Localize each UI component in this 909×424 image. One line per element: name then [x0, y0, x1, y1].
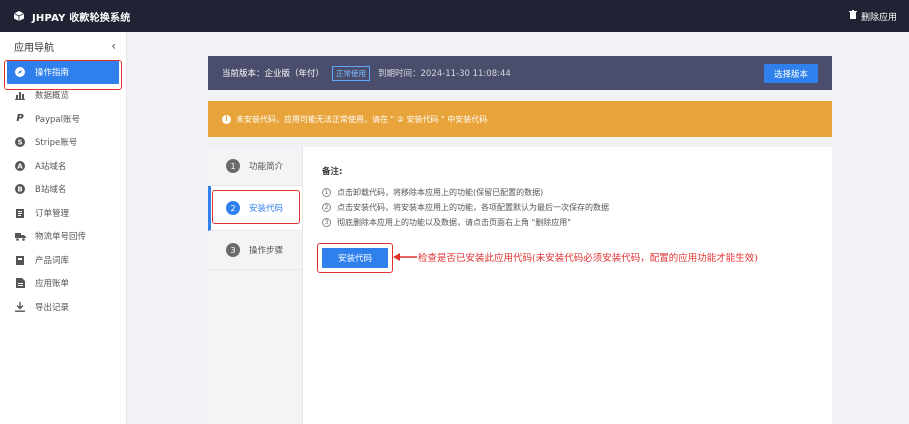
letter-b-icon: B	[14, 183, 26, 195]
sidebar-item-label: 数据概览	[35, 91, 70, 102]
tab-operation-steps[interactable]: 3 操作步骤	[208, 231, 302, 270]
select-version-button[interactable]: 选择版本	[763, 64, 818, 83]
letter-a-icon: A	[14, 160, 26, 172]
sidebar-item-label: 物流单号回传	[35, 232, 87, 243]
warning-bar: ! 未安装代码，应用可能无法正常使用，请在 " ② 安装代码 " 中安装代码	[208, 101, 832, 137]
sidebar-item-b-domain[interactable]: B B站域名	[0, 178, 126, 202]
sidebar-item-label: Stripe账号	[35, 138, 78, 149]
svg-text:S: S	[17, 139, 22, 147]
note-number: 1	[322, 188, 331, 197]
note-number: 3	[322, 218, 331, 227]
download-icon	[14, 301, 26, 313]
sidebar-item-label: 导出记录	[35, 302, 70, 313]
note-number: 2	[322, 203, 331, 212]
uninstall-app-button[interactable]: 删除应用	[848, 0, 897, 32]
sidebar-heading: 应用导航	[14, 42, 54, 54]
sidebar-item-tracking[interactable]: 物流单号回传	[0, 225, 126, 249]
expiry-time: 到期时间：2024-11-30 11:08:44	[378, 69, 511, 79]
sidebar-item-bills[interactable]: 应用账单	[0, 272, 126, 296]
status-badge: 正常使用	[332, 65, 371, 81]
version-label: 当前版本：企业版（年付）	[222, 69, 325, 79]
uninstall-label: 删除应用	[860, 12, 897, 23]
sidebar-item-a-domain[interactable]: A A站域名	[0, 154, 126, 178]
app-title: JHPAY 收款轮换系统	[32, 12, 131, 24]
sidebar: 应用导航 ‹ 操作指南 数据概览 P Paypal账号 S Stripe账号 A…	[0, 32, 127, 424]
stripe-icon: S	[14, 136, 26, 148]
notes-title: 备注:	[322, 167, 343, 177]
sidebar-item-orders[interactable]: 订单管理	[0, 201, 126, 225]
collapse-chevron-icon[interactable]: ‹	[111, 39, 116, 53]
sidebar-item-product-words[interactable]: 产品词库	[0, 248, 126, 272]
install-code-button[interactable]: 安装代码	[322, 248, 388, 268]
note-text: 点击安装代码，将安装本应用上的功能，各项配置默认为最后一次保存的数据	[337, 203, 609, 212]
sidebar-item-label: 产品词库	[35, 255, 70, 266]
svg-text:B: B	[17, 186, 22, 194]
note-text: 点击卸载代码，将移除本应用上的功能(保留已配置的数据)	[337, 188, 544, 197]
sidebar-header: 应用导航 ‹	[0, 32, 126, 60]
sidebar-item-stripe[interactable]: S Stripe账号	[0, 131, 126, 155]
sidebar-item-label: 应用账单	[35, 279, 70, 290]
sidebar-item-label: B站域名	[35, 185, 67, 196]
cube-logo-icon	[12, 9, 26, 23]
sidebar-item-label: Paypal账号	[35, 114, 80, 125]
sidebar-item-label: 操作指南	[35, 67, 70, 78]
step-number: 1	[226, 159, 240, 173]
bar-chart-icon	[14, 89, 26, 101]
warning-text: 未安装代码，应用可能无法正常使用，请在 " ② 安装代码 " 中安装代码	[236, 114, 488, 124]
clipboard-icon	[14, 207, 26, 219]
note-item: 2 点击安装代码，将安装本应用上的功能，各项配置默认为最后一次保存的数据	[322, 200, 812, 215]
sidebar-item-guide[interactable]: 操作指南	[7, 60, 119, 84]
top-bar: JHPAY 收款轮换系统 删除应用	[0, 0, 909, 32]
step-tabs: 1 功能简介 2 安装代码 3 操作步骤	[208, 147, 303, 424]
step-number: 2	[226, 201, 240, 215]
sidebar-item-export[interactable]: 导出记录	[0, 295, 126, 319]
arrow-left-icon	[393, 253, 417, 261]
warning-icon: !	[222, 114, 231, 124]
svg-text:A: A	[17, 162, 23, 170]
step-number: 3	[226, 243, 240, 257]
bill-icon	[14, 277, 26, 289]
sidebar-item-label: 订单管理	[35, 208, 70, 219]
step-label: 操作步骤	[249, 246, 284, 256]
truck-icon	[14, 230, 26, 242]
sidebar-item-paypal[interactable]: P Paypal账号	[0, 107, 126, 131]
version-bar: 当前版本：企业版（年付） 正常使用 到期时间：2024-11-30 11:08:…	[208, 56, 832, 90]
trash-icon	[848, 10, 857, 22]
note-text: 彻底删除本应用上的功能以及数据，请点击页面右上角 "删除应用"	[337, 218, 571, 227]
annotation-text: 检查是否已安装此应用代码(未安装代码必须安装代码，配置的应用功能才能生效)	[418, 253, 758, 264]
paypal-icon: P	[16, 113, 24, 125]
sidebar-item-label: A站域名	[35, 161, 67, 172]
compass-icon	[14, 66, 26, 78]
tab-intro[interactable]: 1 功能简介	[208, 147, 302, 186]
main-panel: 1 功能简介 2 安装代码 3 操作步骤 备注: 1 点击卸载代码，将移除本应用…	[208, 147, 832, 424]
step-label: 安装代码	[249, 204, 284, 214]
step-label: 功能简介	[249, 162, 284, 172]
tab-install-code[interactable]: 2 安装代码	[208, 186, 302, 231]
book-icon	[14, 254, 26, 266]
note-item: 1 点击卸载代码，将移除本应用上的功能(保留已配置的数据)	[322, 185, 812, 200]
install-content: 备注: 1 点击卸载代码，将移除本应用上的功能(保留已配置的数据) 2 点击安装…	[322, 165, 812, 230]
note-item: 3 彻底删除本应用上的功能以及数据，请点击页面右上角 "删除应用"	[322, 215, 812, 230]
sidebar-item-overview[interactable]: 数据概览	[0, 84, 126, 108]
